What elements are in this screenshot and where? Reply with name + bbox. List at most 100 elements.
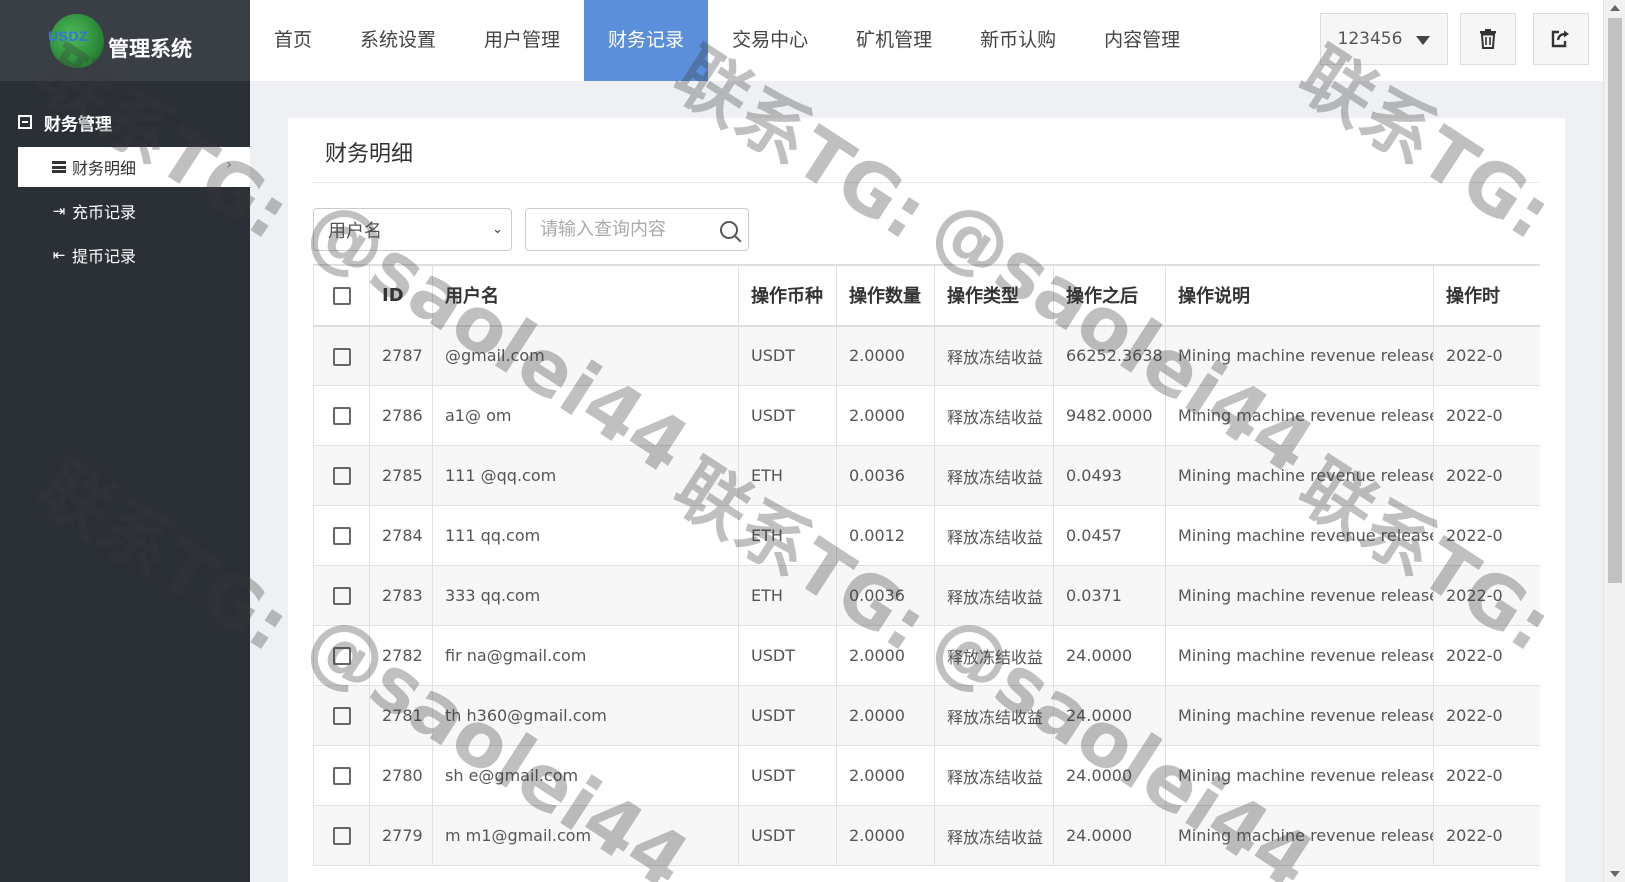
search-icon[interactable] bbox=[720, 220, 738, 239]
sidebar-group-finance[interactable]: 财务管理 bbox=[0, 101, 250, 143]
user-name: 123456 bbox=[1337, 29, 1403, 49]
select-all-checkbox[interactable] bbox=[332, 286, 351, 305]
nav-system-settings[interactable]: 系统设置 bbox=[336, 0, 460, 81]
cell-user: 333 qq.com bbox=[432, 565, 739, 626]
cell-amount: 2.0000 bbox=[836, 805, 935, 866]
cell-user: 111 @qq.com bbox=[432, 445, 739, 506]
row-select-cell bbox=[313, 385, 370, 446]
row-select-cell bbox=[313, 685, 370, 746]
cell-id: 2779 bbox=[369, 805, 433, 866]
search-box bbox=[525, 208, 749, 251]
cell-time: 2022-0 bbox=[1433, 745, 1540, 806]
cell-id: 2785 bbox=[369, 445, 433, 506]
scroll-up-icon[interactable] bbox=[1610, 5, 1620, 11]
row-checkbox[interactable] bbox=[332, 587, 351, 606]
nav-trade-center[interactable]: 交易中心 bbox=[708, 0, 832, 81]
table-row: 2780 sh e@gmail.com USDT 2.0000 释放冻结收益 24.000… bbox=[313, 745, 1540, 806]
table-header-row: ID 用户名 操作币种 操作数量 操作类型 操作之后 操作说明 操作时 bbox=[313, 265, 1540, 327]
row-select-cell bbox=[313, 445, 370, 506]
cell-after: 0.0457 bbox=[1053, 505, 1166, 566]
cell-coin: USDT bbox=[738, 325, 837, 386]
cell-description: Mining machine revenue release bbox=[1165, 745, 1434, 806]
row-checkbox[interactable] bbox=[332, 467, 351, 486]
column-header-description: 操作说明 bbox=[1165, 265, 1434, 327]
row-checkbox[interactable] bbox=[332, 407, 351, 426]
cell-user: 111 qq.com bbox=[432, 505, 739, 566]
row-checkbox[interactable] bbox=[332, 827, 351, 846]
table-row: 2779 m m1@gmail.com USDT 2.0000 释放冻结收益 24.000… bbox=[313, 805, 1540, 866]
cell-type: 释放冻结收益 bbox=[934, 745, 1054, 806]
row-select-cell bbox=[313, 745, 370, 806]
trash-icon bbox=[1480, 29, 1496, 49]
table-row: 2783 333 qq.com ETH 0.0036 释放冻结收益 0.0371 Minin… bbox=[313, 565, 1540, 626]
nav-miner-management[interactable]: 矿机管理 bbox=[832, 0, 956, 81]
cell-id: 2787 bbox=[369, 325, 433, 386]
row-checkbox[interactable] bbox=[332, 767, 351, 786]
nav-finance-records[interactable]: 财务记录 bbox=[584, 0, 709, 81]
cell-after: 24.0000 bbox=[1053, 745, 1166, 806]
row-checkbox[interactable] bbox=[332, 527, 351, 546]
clear-cache-button[interactable] bbox=[1460, 13, 1516, 65]
cell-user: fir na@gmail.com bbox=[432, 625, 739, 686]
cell-time: 2022-0 bbox=[1433, 685, 1540, 746]
search-input[interactable] bbox=[540, 219, 710, 240]
column-header-after: 操作之后 bbox=[1053, 265, 1166, 327]
caret-down-icon bbox=[1416, 35, 1431, 45]
column-header-id: ID bbox=[369, 265, 433, 327]
sidebar: USDZ 管理系统 财务管理 财务明细 › ⇥ 充币记录 ⇤ 提币记录 bbox=[0, 0, 250, 882]
table-row: 2784 111 qq.com ETH 0.0012 释放冻结收益 0.0457 Minin… bbox=[313, 505, 1540, 566]
column-header-coin: 操作币种 bbox=[738, 265, 837, 327]
content-panel: 财务明细 用户名 ⌄ ID 用户名 操作币种 操作数量 操作 bbox=[288, 118, 1565, 882]
cell-time: 2022-0 bbox=[1433, 445, 1540, 506]
table-row: 2781th h360@gmail.com USDT 2.0000 释放冻结收益 24.… bbox=[313, 685, 1540, 746]
cell-time: 2022-0 bbox=[1433, 505, 1540, 566]
nav-user-management[interactable]: 用户管理 bbox=[460, 0, 584, 81]
select-all-cell bbox=[313, 265, 370, 327]
table-row: 2787 @gmail.com USDT 2.0000 释放冻结收益 66252.3638… bbox=[313, 325, 1540, 386]
row-checkbox[interactable] bbox=[332, 647, 351, 666]
cell-type: 释放冻结收益 bbox=[934, 805, 1054, 866]
cell-coin: ETH bbox=[738, 505, 837, 566]
app-title: 管理系统 bbox=[108, 36, 192, 61]
row-checkbox[interactable] bbox=[332, 707, 351, 726]
cell-after: 9482.0000 bbox=[1053, 385, 1166, 446]
row-checkbox[interactable] bbox=[332, 347, 351, 366]
search-field-select[interactable]: 用户名 ⌄ bbox=[313, 208, 512, 251]
page-scrollbar[interactable] bbox=[1603, 0, 1625, 882]
cell-user: th h360@gmail.com bbox=[432, 685, 739, 746]
cell-coin: USDT bbox=[738, 385, 837, 446]
cell-user: a1@ om bbox=[432, 385, 739, 446]
row-select-cell bbox=[313, 625, 370, 686]
chevron-right-icon: › bbox=[226, 157, 232, 173]
sidebar-item-finance-detail[interactable]: 财务明细 › bbox=[18, 147, 250, 187]
scroll-down-icon[interactable] bbox=[1610, 871, 1620, 877]
cell-after: 24.0000 bbox=[1053, 685, 1166, 746]
cell-time: 2022-0 bbox=[1433, 325, 1540, 386]
cell-type: 释放冻结收益 bbox=[934, 685, 1054, 746]
user-dropdown[interactable]: 123456 bbox=[1320, 13, 1448, 65]
cell-description: Mining machine revenue release bbox=[1165, 325, 1434, 386]
cell-description: Mining machine revenue release bbox=[1165, 625, 1434, 686]
cell-id: 2782 bbox=[369, 625, 433, 686]
cell-coin: USDT bbox=[738, 745, 837, 806]
sidebar-item-deposit-records[interactable]: ⇥ 充币记录 bbox=[18, 191, 250, 231]
cell-coin: ETH bbox=[738, 565, 837, 626]
sidebar-item-label: 充币记录 bbox=[72, 203, 137, 222]
cell-description: Mining machine revenue release bbox=[1165, 805, 1434, 866]
cell-after: 0.0371 bbox=[1053, 565, 1166, 626]
logout-button[interactable] bbox=[1533, 13, 1589, 65]
select-value: 用户名 bbox=[328, 220, 382, 242]
cell-type: 释放冻结收益 bbox=[934, 505, 1054, 566]
nav-content-management[interactable]: 内容管理 bbox=[1080, 0, 1204, 81]
column-header-user: 用户名 bbox=[432, 265, 739, 327]
column-header-amount: 操作数量 bbox=[836, 265, 935, 327]
nav-home[interactable]: 首页 bbox=[250, 0, 336, 81]
cell-id: 2783 bbox=[369, 565, 433, 626]
nav-new-coin-subscription[interactable]: 新币认购 bbox=[956, 0, 1080, 81]
cell-after: 0.0493 bbox=[1053, 445, 1166, 506]
table-row: 2785 111 @qq.com ETH 0.0036 释放冻结收益 0.0493 Mini… bbox=[313, 445, 1540, 506]
cell-type: 释放冻结收益 bbox=[934, 325, 1054, 386]
scrollbar-thumb[interactable] bbox=[1608, 18, 1622, 583]
finance-table: ID 用户名 操作币种 操作数量 操作类型 操作之后 操作说明 操作时 2787… bbox=[313, 265, 1540, 866]
sidebar-item-withdraw-records[interactable]: ⇤ 提币记录 bbox=[18, 235, 250, 275]
